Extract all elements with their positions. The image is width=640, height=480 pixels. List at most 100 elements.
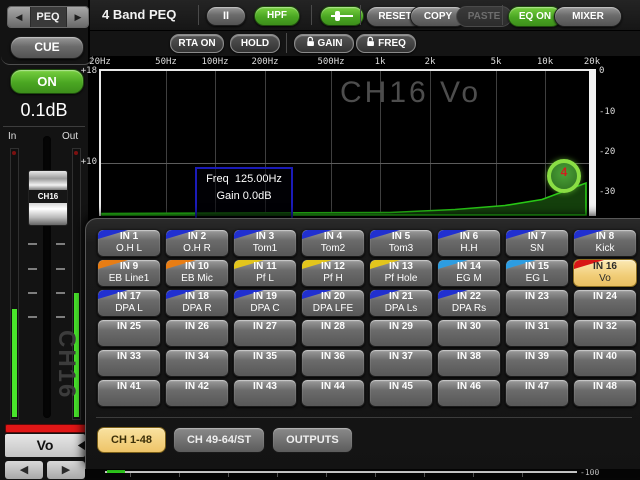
channel-button-in-24[interactable]: IN 24 <box>573 289 637 317</box>
channel-button-in-15[interactable]: IN 15EG L <box>505 259 569 287</box>
channel-button-in-36[interactable]: IN 36 <box>301 349 365 377</box>
peq-prev-button[interactable]: ◀ <box>8 7 31 27</box>
channel-name-label: DPA Ls <box>370 303 432 314</box>
channel-id-label: IN 12 <box>302 261 364 273</box>
channel-button-in-7[interactable]: IN 7SN <box>505 229 569 257</box>
channel-button-in-8[interactable]: IN 8Kick <box>573 229 637 257</box>
channel-button-in-27[interactable]: IN 27 <box>233 319 297 347</box>
channel-button-in-17[interactable]: IN 17DPA L <box>97 289 161 317</box>
channel-id-label: IN 17 <box>98 291 160 303</box>
channel-button-in-3[interactable]: IN 3Tom1 <box>233 229 297 257</box>
channel-button-in-19[interactable]: IN 19DPA C <box>233 289 297 317</box>
channel-id-label: IN 18 <box>166 291 228 303</box>
channel-button-in-41[interactable]: IN 41 <box>97 379 161 407</box>
lock-icon <box>306 36 315 47</box>
channel-button-in-25[interactable]: IN 25 <box>97 319 161 347</box>
band-info-box: Freq 125.00Hz Gain 0.0dB <box>195 167 293 223</box>
rta-scale-end-label: -100 <box>580 468 599 477</box>
channel-button-in-30[interactable]: IN 30 <box>437 319 501 347</box>
insert-button[interactable]: II <box>206 6 246 26</box>
channel-name-label: DPA C <box>234 303 296 314</box>
channel-button-in-46[interactable]: IN 46 <box>437 379 501 407</box>
channel-button-in-40[interactable]: IN 40 <box>573 349 637 377</box>
graph-frame-top <box>99 69 596 71</box>
channel-button-in-22[interactable]: IN 22DPA Rs <box>437 289 501 317</box>
channel-button-in-16[interactable]: IN 16Vo <box>573 259 637 287</box>
channel-button-in-5[interactable]: IN 5Tom3 <box>369 229 433 257</box>
meter-in-label: In <box>8 131 16 142</box>
channel-button-in-21[interactable]: IN 21DPA Ls <box>369 289 433 317</box>
channel-button-in-44[interactable]: IN 44 <box>301 379 365 407</box>
divider <box>3 126 85 127</box>
channel-button-in-35[interactable]: IN 35 <box>233 349 297 377</box>
bank-tab-ch-49-64-st[interactable]: CH 49-64/ST <box>173 427 265 453</box>
fader-cap[interactable]: CH16 <box>28 170 68 226</box>
paste-button[interactable]: PASTE <box>456 6 512 27</box>
channel-button-in-9[interactable]: IN 9EB Line1 <box>97 259 161 287</box>
channel-button-in-10[interactable]: IN 10EB Mic <box>165 259 229 287</box>
channel-id-label: IN 15 <box>506 261 568 273</box>
channel-button-in-34[interactable]: IN 34 <box>165 349 229 377</box>
gridline-v <box>166 71 167 215</box>
channel-button-in-11[interactable]: IN 11Pf L <box>233 259 297 287</box>
channel-button-in-31[interactable]: IN 31 <box>505 319 569 347</box>
channel-button-in-18[interactable]: IN 18DPA R <box>165 289 229 317</box>
channel-button-in-12[interactable]: IN 12Pf H <box>301 259 365 287</box>
channel-button-in-33[interactable]: IN 33 <box>97 349 161 377</box>
freq-lock-button[interactable]: FREQ <box>356 34 416 53</box>
channel-id-label: IN 2 <box>166 231 228 243</box>
channel-id-label: IN 30 <box>438 321 500 333</box>
channel-id-label: IN 25 <box>98 321 160 333</box>
channel-id-label: IN 24 <box>574 291 636 303</box>
divider <box>96 417 632 418</box>
channel-prev-button[interactable]: ◀ <box>5 461 43 479</box>
channel-button-in-38[interactable]: IN 38 <box>437 349 501 377</box>
channel-next-button[interactable]: ▶ <box>47 461 85 479</box>
channel-button-in-6[interactable]: IN 6H.H <box>437 229 501 257</box>
channel-button-in-37[interactable]: IN 37 <box>369 349 433 377</box>
hold-button[interactable]: HOLD <box>230 34 280 53</box>
mixer-button[interactable]: MIXER <box>554 6 622 27</box>
channel-button-in-45[interactable]: IN 45 <box>369 379 433 407</box>
channel-name-label: DPA L <box>98 303 160 314</box>
channel-button-in-43[interactable]: IN 43 <box>233 379 297 407</box>
channel-button-in-48[interactable]: IN 48 <box>573 379 637 407</box>
channel-button-in-23[interactable]: IN 23 <box>505 289 569 317</box>
channel-name-label: Kick <box>574 243 636 254</box>
rta-on-button[interactable]: RTA ON <box>170 34 224 53</box>
channel-button-in-47[interactable]: IN 47 <box>505 379 569 407</box>
channel-button-in-42[interactable]: IN 42 <box>165 379 229 407</box>
freq-tick-label: 2k <box>410 57 450 67</box>
on-button[interactable]: ON <box>10 69 84 94</box>
channel-button-in-14[interactable]: IN 14EG M <box>437 259 501 287</box>
channel-id-label: IN 11 <box>234 261 296 273</box>
channel-button-in-29[interactable]: IN 29 <box>369 319 433 347</box>
input-meter-fill <box>12 309 17 417</box>
page-title: 4 Band PEQ <box>102 7 176 22</box>
bank-tab-ch-1-48[interactable]: CH 1-48 <box>97 427 166 453</box>
band-4-handle[interactable]: 4 <box>547 159 581 193</box>
fader-mode-button[interactable] <box>320 6 364 26</box>
bank-tab-outputs[interactable]: OUTPUTS <box>272 427 353 453</box>
channel-id-label: IN 6 <box>438 231 500 243</box>
channel-button-in-2[interactable]: IN 2O.H R <box>165 229 229 257</box>
channel-button-in-28[interactable]: IN 28 <box>301 319 365 347</box>
channel-button-in-20[interactable]: IN 20DPA LFE <box>301 289 365 317</box>
channel-button-in-32[interactable]: IN 32 <box>573 319 637 347</box>
gain-lock-button[interactable]: GAIN <box>294 34 354 53</box>
footer-tick <box>522 473 523 477</box>
channel-name-label: Vo <box>574 273 636 284</box>
channel-button-in-26[interactable]: IN 26 <box>165 319 229 347</box>
peq-next-button[interactable]: ▶ <box>66 7 89 27</box>
cue-button[interactable]: CUE <box>10 36 84 59</box>
hpf-button[interactable]: HPF <box>254 6 300 26</box>
channel-button-in-1[interactable]: IN 1O.H L <box>97 229 161 257</box>
gain-value: 0.0dB <box>243 190 272 202</box>
channel-id-label: IN 32 <box>574 321 636 333</box>
graph-watermark: CH16 Vo <box>340 76 481 110</box>
channel-button-in-4[interactable]: IN 4Tom2 <box>301 229 365 257</box>
channel-button-in-13[interactable]: IN 13Pf Hole <box>369 259 433 287</box>
footer-tick <box>326 473 327 477</box>
channel-button-in-39[interactable]: IN 39 <box>505 349 569 377</box>
channel-id-label: IN 3 <box>234 231 296 243</box>
